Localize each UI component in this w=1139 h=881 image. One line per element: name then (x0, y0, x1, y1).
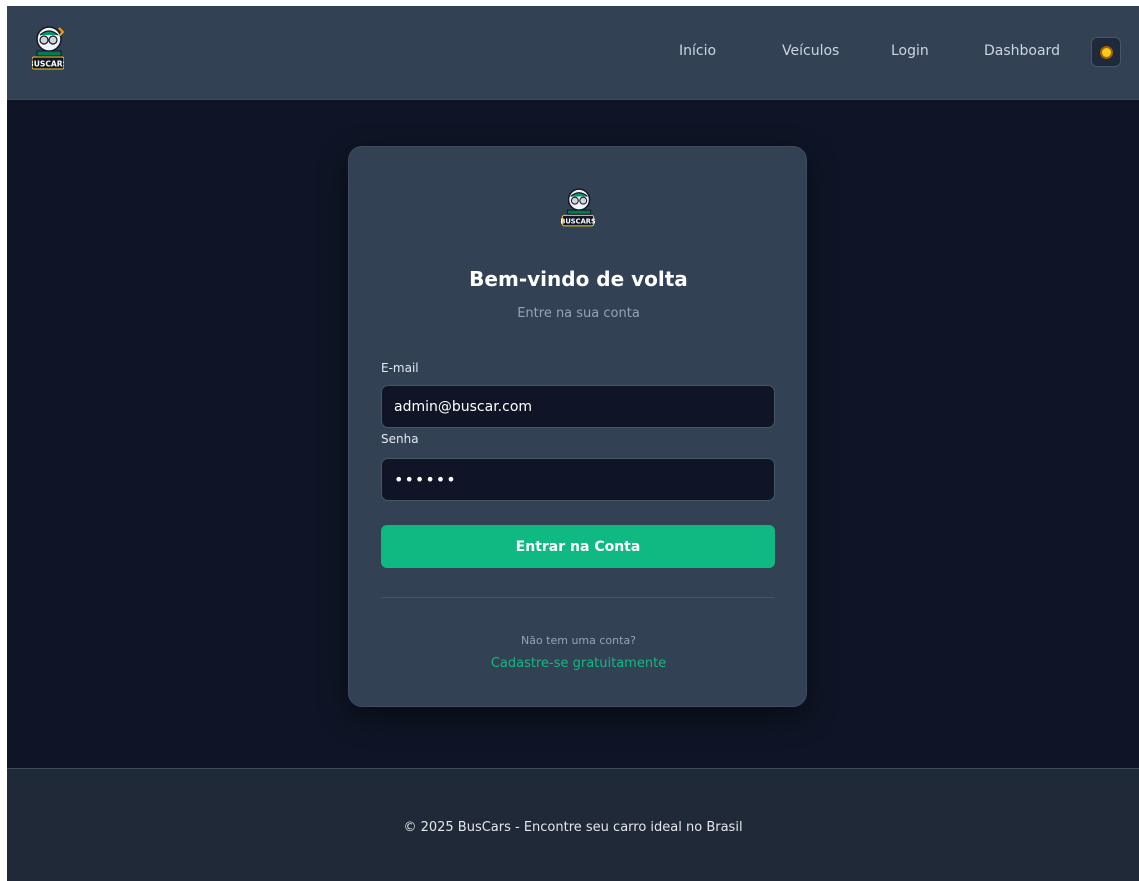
top-navbar: BUSCARS Início Veículos Login Dashboard (7, 6, 1139, 100)
logo-text: BUSCARS (32, 60, 64, 69)
divider (381, 597, 775, 598)
app-frame: BUSCARS Início Veículos Login Dashboard … (7, 6, 1139, 881)
login-title: Bem-vindo de volta (469, 267, 688, 291)
nav-link-login[interactable]: Login (891, 43, 929, 59)
nav-link-veiculos[interactable]: Veículos (782, 43, 839, 59)
buscars-logo[interactable]: BUSCARS (32, 24, 64, 74)
login-subtitle: Entre na sua conta (517, 306, 640, 321)
sun-icon (1101, 47, 1111, 57)
footer-copyright: © 2025 BusCars - Encontre seu carro idea… (403, 820, 743, 835)
footer: © 2025 BusCars - Encontre seu carro idea… (7, 768, 1139, 881)
password-label: Senha (381, 432, 419, 446)
signup-link[interactable]: Cadastre-se gratuitamente (349, 656, 808, 671)
logo-card-text: BUSCARS (561, 218, 595, 226)
no-account-text: Não tem uma conta? (520, 634, 637, 647)
nav-link-dashboard[interactable]: Dashboard (984, 43, 1060, 59)
login-submit-button[interactable]: Entrar na Conta (381, 525, 775, 568)
theme-toggle-button[interactable] (1091, 37, 1121, 67)
nav-link-inicio[interactable]: Início (679, 43, 716, 59)
buscars-logo-card: BUSCARS (561, 188, 595, 227)
email-label: E-mail (381, 361, 419, 375)
login-card: BUSCARS Bem-vindo de volta Entre na sua … (348, 146, 807, 707)
email-field[interactable]: admin@buscar.com (381, 385, 775, 428)
password-field[interactable]: •••••• (381, 458, 775, 501)
